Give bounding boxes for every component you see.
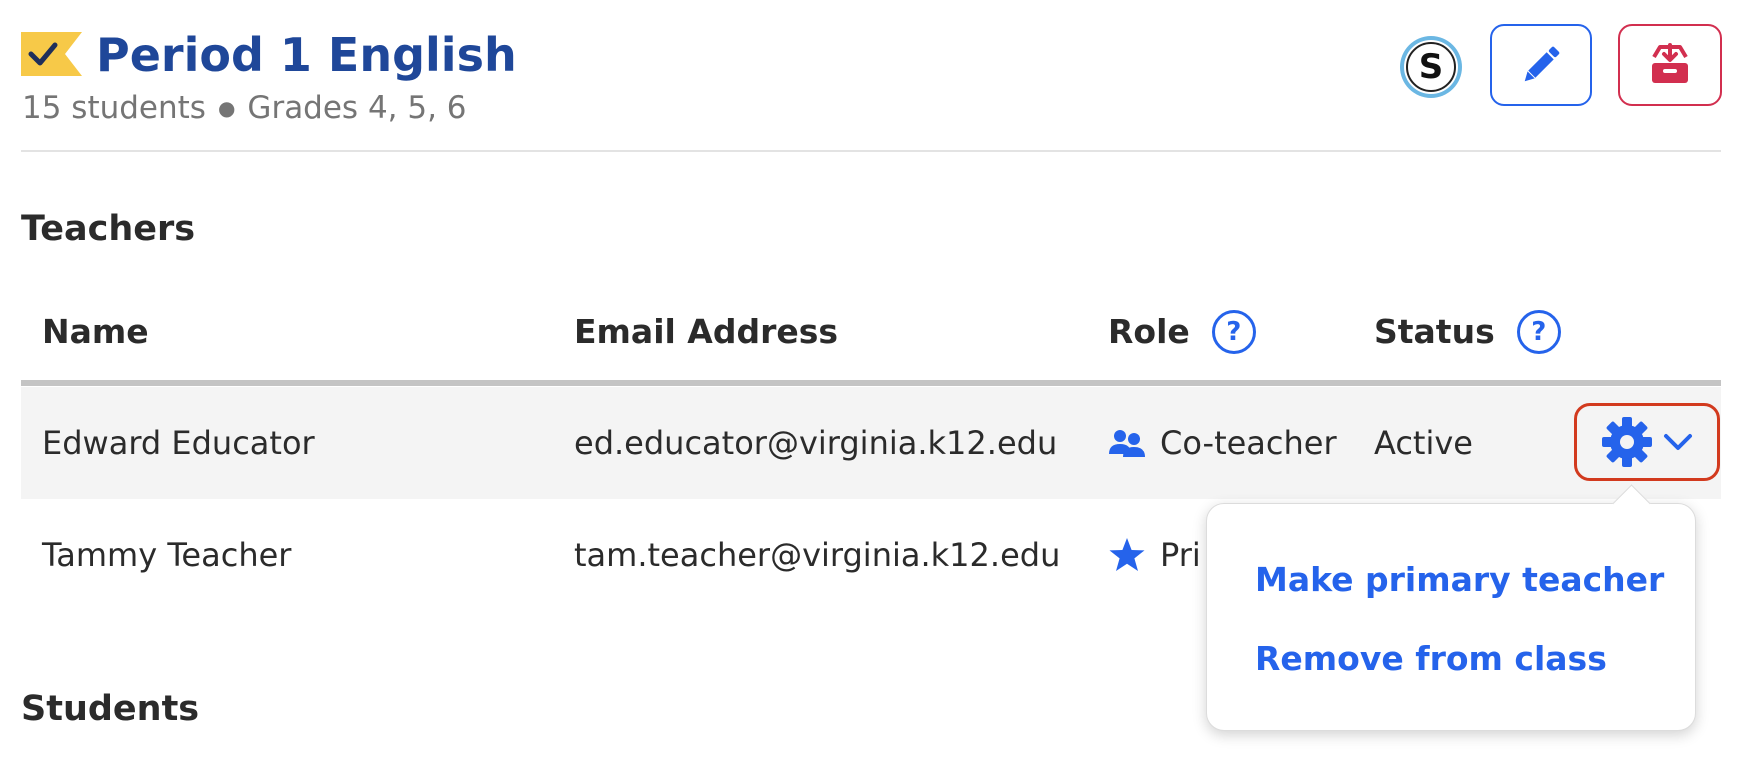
teacher-email: tam.teacher@virginia.k12.edu (574, 536, 1061, 574)
menu-item-remove-from-class[interactable]: Remove from class (1255, 637, 1607, 681)
teacher-role-label: Pri (1160, 536, 1201, 574)
teacher-settings-button[interactable] (1574, 403, 1720, 481)
teacher-name: Edward Educator (42, 424, 315, 462)
teacher-name: Tammy Teacher (42, 536, 292, 574)
column-header-status: Status ? (1374, 310, 1561, 354)
grade-levels: Grades 4, 5, 6 (247, 90, 467, 126)
column-header-role-label: Role (1108, 312, 1190, 351)
column-header-email-label: Email Address (574, 312, 839, 351)
sync-service-button[interactable]: S (1400, 36, 1462, 98)
teacher-status: Active (1374, 424, 1473, 462)
teacher-role: Co-teacher (1108, 387, 1337, 499)
role-help-icon[interactable]: ? (1211, 310, 1256, 354)
students-section-title: Students (21, 689, 200, 729)
separator-dot: ● (217, 96, 236, 120)
archive-icon (1652, 43, 1688, 83)
column-header-name-label: Name (42, 312, 149, 351)
archive-class-button[interactable] (1618, 24, 1722, 106)
column-header-name: Name (42, 310, 149, 354)
sync-service-icon: S (1406, 42, 1456, 92)
column-header-role: Role ? (1108, 310, 1256, 354)
gear-icon (1602, 417, 1652, 467)
class-title: Period 1 English (96, 28, 517, 82)
class-header: Period 1 English 15 students ● Grades 4, 5… (0, 0, 1746, 152)
column-header-email: Email Address (574, 310, 838, 354)
header-divider (21, 150, 1721, 152)
teacher-role-label: Co-teacher (1160, 424, 1337, 462)
student-count: 15 students (22, 90, 206, 126)
table-row: Edward Educator ed.educator@virginia.k12… (21, 387, 1721, 499)
teacher-role: Pri (1108, 499, 1201, 611)
users-icon (1108, 428, 1148, 458)
star-icon (1108, 537, 1148, 573)
pencil-icon (1524, 46, 1560, 82)
class-flag-icon (21, 32, 82, 76)
table-header-rule (21, 380, 1721, 386)
teacher-actions-menu: Make primary teacher Remove from class (1206, 503, 1696, 731)
class-meta: 15 students ● Grades 4, 5, 6 (22, 88, 467, 128)
chevron-down-icon (1664, 434, 1692, 450)
teachers-section-title: Teachers (21, 209, 196, 249)
column-header-status-label: Status (1374, 312, 1495, 351)
menu-item-make-primary-teacher[interactable]: Make primary teacher (1255, 558, 1664, 602)
teacher-email: ed.educator@virginia.k12.edu (574, 424, 1058, 462)
edit-class-button[interactable] (1490, 24, 1592, 106)
status-help-icon[interactable]: ? (1516, 310, 1561, 354)
